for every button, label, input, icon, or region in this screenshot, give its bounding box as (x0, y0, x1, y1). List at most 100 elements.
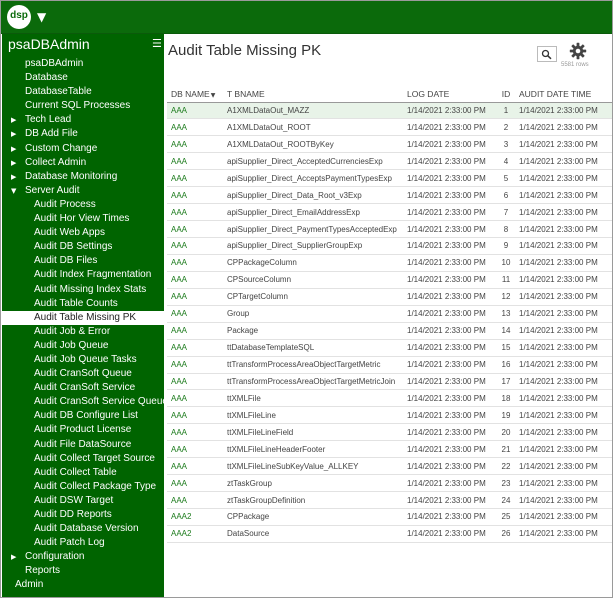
table-row[interactable]: AAA ttTransformProcessAreaObjectTargetMet… (167, 373, 612, 391)
column-header-id[interactable]: ID (497, 86, 515, 103)
table-row[interactable]: AAA A1XMLDataOut_ROOTByKey 1/14/2021 2:33:… (167, 135, 612, 154)
column-header-audit-date-time[interactable]: AUDIT DATE TIME (515, 86, 612, 103)
t-bname-cell: apiSupplier_Direct_Data_Root_v3Exp (223, 186, 403, 205)
sidebar-item-audit-job-error[interactable]: Audit Job & Error (2, 325, 164, 339)
sidebar-item-psadbadmin[interactable]: psaDBAdmin (2, 57, 164, 71)
sidebar-item-database[interactable]: Database (2, 71, 164, 85)
t-bname-cell: ttTransformProcessAreaObjectTargetMetric… (223, 373, 403, 391)
sidebar-item-audit-cransoft-queue[interactable]: Audit CranSoft Queue (2, 367, 164, 381)
sidebar-item-audit-db-files[interactable]: Audit DB Files (2, 254, 164, 268)
expand-right-icon[interactable]: ▶ (11, 113, 16, 127)
column-header-log-date[interactable]: LOG DATE (403, 86, 497, 103)
dsp-logo[interactable]: dsp (7, 5, 31, 29)
sidebar-item-audit-missing-index-stats[interactable]: Audit Missing Index Stats (2, 283, 164, 297)
sidebar-item-configuration[interactable]: ▶ Configuration (2, 550, 164, 564)
table-row[interactable]: AAA ttDatabaseTemplateSQL 1/14/2021 2:33:0… (167, 339, 612, 357)
table-row[interactable]: AAA apiSupplier_Direct_Data_Root_v3Exp 1/1… (167, 186, 612, 205)
table-row[interactable]: AAA apiSupplier_Direct_AcceptsPaymentType… (167, 169, 612, 188)
table-row[interactable]: AAA ztTaskGroupDefinition 1/14/2021 2:33:0… (167, 491, 612, 509)
sidebar-item-tech-lead[interactable]: ▶ Tech Lead (2, 113, 164, 127)
t-bname-cell: ttXMLFile (223, 389, 403, 408)
table-row[interactable]: AAA apiSupplier_Direct_EmailAddressExp 1/1… (167, 203, 612, 222)
sidebar-item-audit-table-counts[interactable]: Audit Table Counts (2, 297, 164, 311)
sidebar-item-label: Audit Job Queue Tasks (34, 353, 137, 365)
sidebar-item-audit-collect-package-type[interactable]: Audit Collect Package Type (2, 480, 164, 494)
sidebar-item-server-audit[interactable]: ▼ Server Audit (2, 184, 164, 198)
sidebar-item-audit-index-fragmentation[interactable]: Audit Index Fragmentation (2, 268, 164, 282)
table-row[interactable]: AAA ttXMLFileLineHeaderFooter 1/14/2021 2:… (167, 440, 612, 459)
sidebar-item-audit-dd-reports[interactable]: Audit DD Reports (2, 508, 164, 522)
sidebar-item-audit-collect-target-source[interactable]: Audit Collect Target Source (2, 452, 164, 466)
expand-right-icon[interactable]: ▶ (11, 142, 16, 156)
chevron-down-icon[interactable]: ▼ (37, 10, 46, 24)
log-date-cell: 1/14/2021 2:33:00 PM (403, 169, 497, 188)
gear-icon[interactable] (569, 42, 587, 60)
t-bname-cell: ztTaskGroupDefinition (223, 491, 403, 509)
table-row[interactable]: AAA apiSupplier_Direct_SupplierGroupExp 1/… (167, 237, 612, 255)
sidebar-item-audit-db-settings[interactable]: Audit DB Settings (2, 240, 164, 254)
log-date-cell: 1/14/2021 2:33:00 PM (403, 305, 497, 323)
sidebar-item-label: Audit DD Reports (34, 509, 112, 520)
table-row[interactable]: AAA A1XMLDataOut_ROOT 1/14/2021 2:33:00 PM… (167, 118, 612, 137)
sidebar-item-label: DB Add File (25, 128, 78, 140)
sidebar-item-audit-file-datasource[interactable]: Audit File DataSource (2, 438, 164, 452)
sidebar-item-reports[interactable]: Reports (2, 564, 164, 578)
sidebar-item-audit-db-configure-list[interactable]: Audit DB Configure List (2, 409, 164, 423)
table-row[interactable]: AAA apiSupplier_Direct_AcceptedCurrencies… (167, 152, 612, 171)
expand-down-icon[interactable]: ▼ (11, 184, 16, 198)
table-row[interactable]: AAA ttXMLFileLineSubKeyValue_ALLKEY 1/14/2… (167, 457, 612, 476)
sidebar-item-databasetable[interactable]: DatabaseTable (2, 85, 164, 99)
audit-date-time-cell: 1/14/2021 2:33:00 PM (515, 271, 612, 289)
sidebar-item-audit-process[interactable]: Audit Process (2, 198, 164, 212)
id-cell: 20 (497, 423, 515, 442)
table-row[interactable]: AAA CPTargetColumn 1/14/2021 2:33:00 PM 12 1… (167, 288, 612, 306)
table-row[interactable]: AAA ztTaskGroup 1/14/2021 2:33:00 PM 23 1/14… (167, 474, 612, 493)
table-row[interactable]: AAA Package 1/14/2021 2:33:00 PM 14 1/14/202… (167, 322, 612, 340)
sidebar-item-label: Admin (15, 579, 44, 591)
sidebar-item-audit-job-queue[interactable]: Audit Job Queue (2, 339, 164, 353)
db-name-cell: AAA (167, 474, 223, 493)
sidebar-item-audit-collect-table[interactable]: Audit Collect Table (2, 466, 164, 480)
table-row[interactable]: AAA apiSupplier_Direct_PaymentTypesAccept… (167, 220, 612, 238)
sidebar-item-admin[interactable]: Admin (2, 578, 164, 592)
sidebar-item-custom-change[interactable]: ▶ Custom Change (2, 142, 164, 156)
sidebar-item-audit-database-version[interactable]: Audit Database Version (2, 522, 164, 536)
log-date-cell: 1/14/2021 2:33:00 PM (403, 118, 497, 137)
expand-right-icon[interactable]: ▶ (11, 170, 16, 184)
sidebar-item-audit-web-apps[interactable]: Audit Web Apps (2, 226, 164, 240)
table-row[interactable]: AAA A1XMLDataOut_MAZZ 1/14/2021 2:33:00 PM… (167, 102, 612, 120)
expand-right-icon[interactable]: ▶ (11, 127, 16, 141)
audit-date-time-cell: 1/14/2021 2:33:00 PM (515, 491, 612, 509)
expand-right-icon[interactable]: ▶ (11, 156, 16, 170)
table-row[interactable]: AAA ttTransformProcessAreaObjectTargetMet… (167, 356, 612, 374)
sidebar-item-audit-cransoft-service[interactable]: Audit CranSoft Service (2, 381, 164, 395)
sidebar-item-audit-hor-view-times[interactable]: Audit Hor View Times (2, 212, 164, 226)
sidebar-item-db-add-file[interactable]: ▶ DB Add File (2, 127, 164, 141)
sidebar-item-audit-patch-log[interactable]: Audit Patch Log (2, 536, 164, 550)
hamburger-icon[interactable]: ☰ (152, 37, 162, 50)
table-row[interactable]: AAA CPPackageColumn 1/14/2021 2:33:00 PM 10… (167, 254, 612, 272)
column-header-db-name[interactable]: DB NAME▼ (167, 86, 223, 103)
sidebar-item-current-sql-processes[interactable]: Current SQL Processes (2, 99, 164, 113)
id-cell: 4 (497, 152, 515, 171)
sidebar-item-label: Audit Table Missing PK (34, 311, 137, 323)
audit-date-time-cell: 1/14/2021 2:33:00 PM (515, 186, 612, 205)
sidebar-item-audit-job-queue-tasks[interactable]: Audit Job Queue Tasks (2, 353, 164, 367)
table-row[interactable]: AAA CPSourceColumn 1/14/2021 2:33:00 PM 11 1… (167, 271, 612, 289)
table-row[interactable]: AAA Group 1/14/2021 2:33:00 PM 13 1/14/2021 … (167, 305, 612, 323)
sidebar-item-audit-product-license[interactable]: Audit Product License (2, 423, 164, 437)
sidebar-item-collect-admin[interactable]: ▶ Collect Admin (2, 156, 164, 170)
sidebar-item-label: Configuration (25, 551, 85, 563)
sidebar-item-audit-cransoft-service-queue[interactable]: Audit CranSoft Service Queue (2, 395, 168, 409)
expand-right-icon[interactable]: ▶ (11, 550, 16, 564)
column-header-t-bname[interactable]: T BNAME (223, 86, 403, 103)
search-button[interactable] (537, 46, 557, 62)
sidebar-item-database-monitoring[interactable]: ▶ Database Monitoring (2, 170, 164, 184)
table-row[interactable]: AAA ttXMLFileLine 1/14/2021 2:33:00 PM 19 1/… (167, 406, 612, 425)
sidebar-item-audit-table-missing-pk[interactable]: Audit Table Missing PK (2, 310, 164, 325)
table-row[interactable]: AAA ttXMLFile 1/14/2021 2:33:00 PM 18 1/14/2… (167, 389, 612, 408)
table-row[interactable]: AAA ttXMLFileLineField 1/14/2021 2:33:00 P… (167, 423, 612, 442)
table-row[interactable]: AAA2 CPPackage 1/14/2021 2:33:00 PM 25 1/14/… (167, 508, 612, 526)
sidebar-item-audit-dsw-target[interactable]: Audit DSW Target (2, 494, 164, 508)
table-row[interactable]: AAA2 DataSource 1/14/2021 2:33:00 PM 26 1/14… (167, 525, 612, 543)
